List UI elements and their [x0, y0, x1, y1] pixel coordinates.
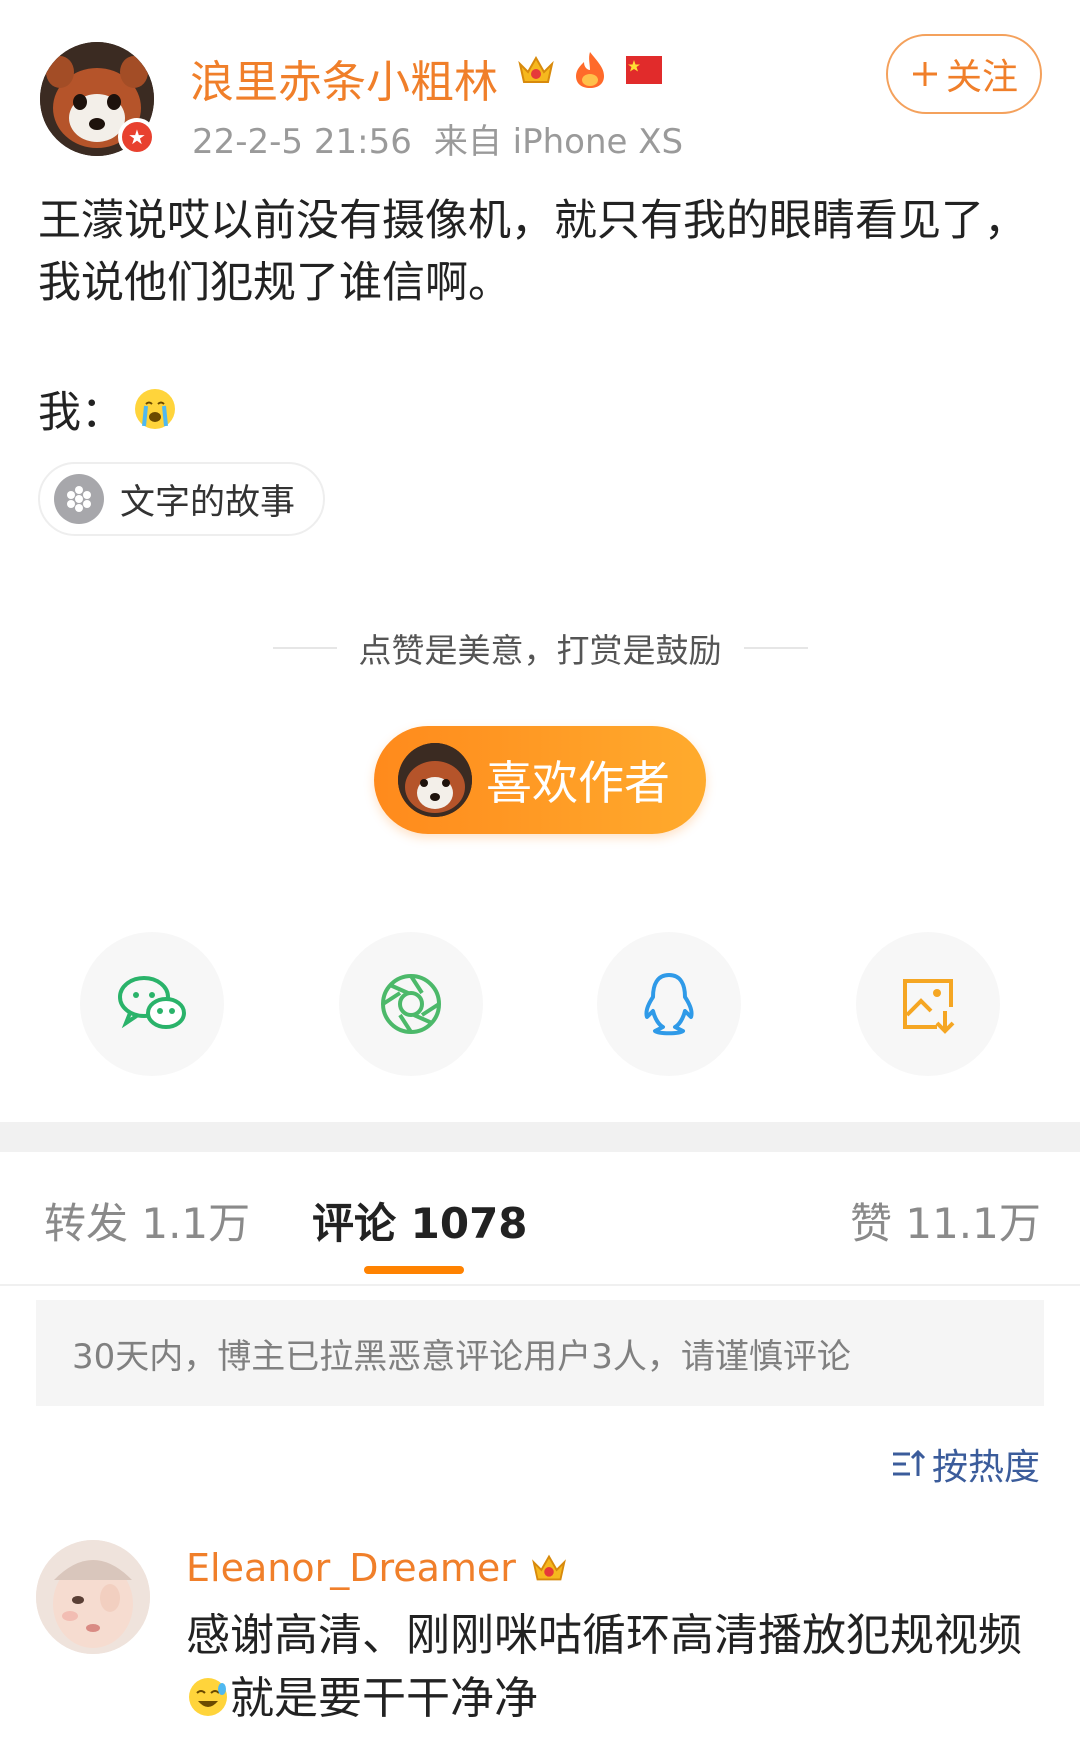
commenter-avatar[interactable]	[36, 1540, 150, 1654]
author-name[interactable]: 浪里赤条小粗林	[190, 46, 498, 110]
user-badges	[514, 48, 666, 92]
plus-icon	[912, 62, 937, 86]
crown-badge-icon	[532, 1554, 566, 1581]
commenter-name[interactable]: Eleanor_Dreamer	[186, 1546, 516, 1590]
topic-icon	[54, 474, 104, 524]
verified-badge-icon: ★	[118, 118, 156, 156]
divider-right	[743, 647, 808, 649]
active-tab-indicator	[364, 1266, 464, 1274]
share-row	[80, 932, 1000, 1076]
post-source: 来自 iPhone XS	[433, 122, 684, 162]
china-flag-icon	[626, 56, 662, 84]
post-me-line: 我：	[38, 378, 178, 440]
crying-face-emoji	[135, 389, 175, 429]
fire-badge-icon	[576, 52, 604, 88]
author-mini-avatar	[398, 743, 472, 817]
me-label: 我：	[38, 388, 124, 438]
like-author-label: 喜欢作者	[486, 756, 670, 810]
follow-label: 关注	[945, 57, 1018, 98]
wechat-icon	[118, 976, 186, 1029]
tab-repost[interactable]: 转发 1.1万	[44, 1190, 250, 1251]
comment-text: 感谢高清、刚刚咪咕循环高清播放犯规视频 就是要干干净净	[186, 1604, 1056, 1730]
tab-likes[interactable]: 赞 11.1万	[850, 1190, 1041, 1251]
share-qq-button[interactable]	[597, 932, 742, 1076]
tabs-divider	[0, 1284, 1080, 1286]
tab-comments[interactable]: 评论 1078	[312, 1190, 528, 1251]
comment-text-part1: 感谢高清、刚刚咪咕循环高清播放犯规视频	[186, 1610, 1022, 1661]
sort-icon	[892, 1449, 926, 1476]
comment-notice: 30天内，博主已拉黑恶意评论用户3人，请谨慎评论	[36, 1300, 1044, 1406]
reward-slogan: 点赞是美意，打赏是鼓励	[250, 624, 830, 672]
save-image-button[interactable]	[855, 932, 1000, 1076]
section-divider	[0, 1122, 1080, 1152]
share-moments-button[interactable]	[338, 932, 483, 1076]
post-text: 王濛说哎以前没有摄像机，就只有我的眼睛看见了，我说他们犯规了谁信啊。	[38, 196, 1027, 308]
divider-left	[272, 647, 337, 649]
moments-icon	[380, 974, 441, 1034]
follow-button[interactable]: 关注	[886, 34, 1042, 114]
share-wechat-button[interactable]	[80, 932, 224, 1076]
like-author-button[interactable]: 喜欢作者	[374, 726, 706, 834]
commenter-name-row: Eleanor_Dreamer	[186, 1546, 570, 1590]
topic-label: 文字的故事	[120, 482, 296, 523]
post-meta: 22-2-5 21:56 来自 iPhone XS	[192, 114, 683, 163]
crown-badge-icon	[518, 55, 554, 83]
laughing-emoji	[189, 1678, 227, 1716]
sort-label: 按热度	[931, 1447, 1040, 1488]
qq-icon	[644, 973, 694, 1036]
sort-by-hot-button[interactable]: 按热度	[890, 1438, 1040, 1490]
topic-chip[interactable]: 文字的故事	[38, 462, 326, 536]
post-timestamp: 22-2-5 21:56	[192, 122, 412, 162]
comment-text-part2: 就是要干干净净	[230, 1673, 538, 1724]
reward-slogan-text: 点赞是美意，打赏是鼓励	[358, 631, 722, 670]
save-image-icon	[902, 979, 955, 1034]
